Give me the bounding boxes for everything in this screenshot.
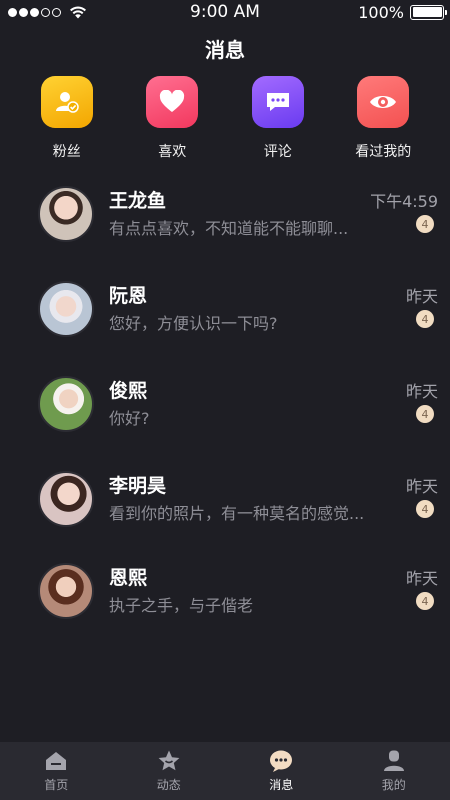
tab-messages[interactable]: 消息 [241,749,321,793]
chat-time: 昨天 [405,569,438,588]
tab-moments[interactable]: 动态 [129,749,209,793]
chat-name: 李明昊 [109,475,167,497]
quick-action-visitors[interactable]: 看过我的 [342,76,424,161]
chat-time: 昨天 [405,477,438,496]
unread-badge: 4 [416,500,434,518]
tab-profile[interactable]: 我的 [354,749,434,793]
signal-dot [41,7,50,17]
battery-percent: 100% [358,2,404,22]
signal-dot [52,7,61,17]
chat-name: 恩熙 [109,567,148,589]
wifi-icon [70,6,86,19]
user-check-icon [40,76,93,128]
quick-action-label: 看过我的 [355,144,412,160]
battery-icon [410,4,447,20]
chat-last-message: 看到你的照片，有一种莫名的感觉... [109,504,365,523]
avatar [38,186,94,242]
chat-item[interactable]: 王龙鱼 有点点喜欢，不知道能不能聊聊... 下午4:59 4 [0,182,450,277]
signal-dot [19,7,28,17]
tab-label: 我的 [381,778,406,792]
avatar [38,471,94,527]
tab-label: 动态 [156,778,181,792]
battery-fill [412,7,442,17]
comment-icon [251,76,304,128]
unread-badge: 4 [416,405,434,423]
chat-item[interactable]: 俊熙 你好? 昨天 4 [0,372,450,467]
quick-action-comments[interactable]: 评论 [237,76,319,161]
quick-action-fans[interactable]: 粉丝 [26,76,108,161]
chat-time: 昨天 [405,287,438,306]
unread-badge: 4 [416,592,434,610]
home-icon [46,752,67,770]
avatar [38,281,94,337]
signal-dot [30,7,39,17]
message-icon [270,750,293,772]
avatar [38,376,94,432]
quick-action-label: 粉丝 [52,144,81,160]
quick-actions: 粉丝 喜欢 评论 看过我的 [0,76,450,161]
chat-last-message: 您好，方便认识一下吗? [109,314,278,333]
quick-action-likes[interactable]: 喜欢 [131,76,213,161]
tab-label: 首页 [44,778,69,792]
quick-action-label: 评论 [263,144,292,160]
chat-name: 阮恩 [109,285,148,307]
star-icon [158,750,180,771]
chat-name: 王龙鱼 [109,190,167,212]
quick-action-label: 喜欢 [158,144,187,160]
unread-badge: 4 [416,310,434,328]
profile-icon [383,750,404,771]
signal-dot [8,7,17,17]
chat-time: 下午4:59 [370,192,438,211]
unread-badge: 4 [416,215,434,233]
status-bar: 9:00 AM 100% [0,0,450,24]
chat-time: 昨天 [405,382,438,401]
page-title: 消息 [205,38,245,62]
chat-list: 王龙鱼 有点点喜欢，不知道能不能聊聊... 下午4:59 4 阮恩 您好，方便认… [0,182,450,654]
chat-last-message: 执子之手，与子偕老 [109,596,254,615]
tab-home[interactable]: 首页 [16,749,96,793]
tab-bar: 首页 动态 消息 我的 [0,742,450,800]
chat-item[interactable]: 阮恩 您好，方便认识一下吗? 昨天 4 [0,277,450,372]
chat-last-message: 有点点喜欢，不知道能不能聊聊... [109,219,349,238]
heart-icon [146,76,199,128]
signal-indicator [8,5,87,19]
chat-item[interactable]: 恩熙 执子之手，与子偕老 昨天 4 [0,559,450,654]
chat-item[interactable]: 李明昊 看到你的照片，有一种莫名的感觉... 昨天 4 [0,467,450,559]
avatar [38,563,94,619]
tab-label: 消息 [269,778,294,792]
chat-name: 俊熙 [109,380,148,402]
chat-last-message: 你好? [109,409,150,428]
eye-icon [357,76,410,128]
